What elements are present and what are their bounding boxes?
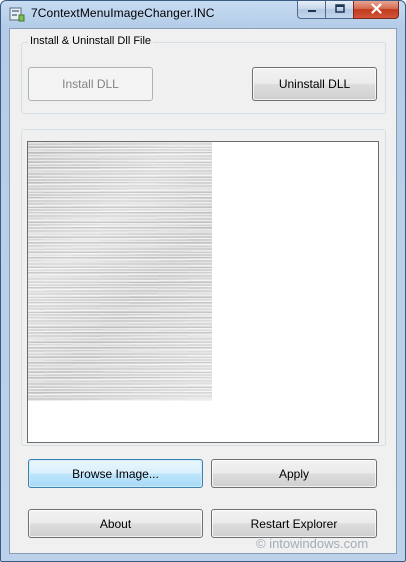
minimize-icon bbox=[307, 1, 317, 19]
browse-image-button[interactable]: Browse Image... bbox=[28, 459, 203, 488]
window-title: 7ContextMenuImageChanger.INC bbox=[31, 6, 215, 20]
caption-buttons bbox=[297, 1, 399, 20]
minimize-button[interactable] bbox=[297, 1, 325, 19]
image-preview-box bbox=[27, 141, 379, 443]
title-bar[interactable]: 7ContextMenuImageChanger.INC bbox=[1, 1, 405, 27]
maximize-icon bbox=[334, 1, 345, 19]
install-group-label: Install & Uninstall Dll File bbox=[28, 35, 154, 47]
restart-explorer-button[interactable]: Restart Explorer bbox=[211, 509, 377, 538]
maximize-button[interactable] bbox=[325, 1, 353, 19]
app-icon[interactable] bbox=[9, 6, 25, 22]
apply-button[interactable]: Apply bbox=[211, 459, 377, 488]
install-dll-button[interactable]: Install DLL bbox=[28, 67, 153, 101]
client-area: Install & Uninstall Dll File Install DLL… bbox=[9, 28, 397, 554]
close-icon bbox=[370, 1, 382, 19]
about-button[interactable]: About bbox=[28, 509, 203, 538]
watermark: © intowindows.com bbox=[256, 536, 369, 551]
preview-image bbox=[28, 142, 212, 401]
close-button[interactable] bbox=[353, 1, 399, 19]
application-window: 7ContextMenuImageChanger.INC Install & U… bbox=[0, 0, 406, 562]
uninstall-dll-button[interactable]: Uninstall DLL bbox=[252, 67, 377, 101]
